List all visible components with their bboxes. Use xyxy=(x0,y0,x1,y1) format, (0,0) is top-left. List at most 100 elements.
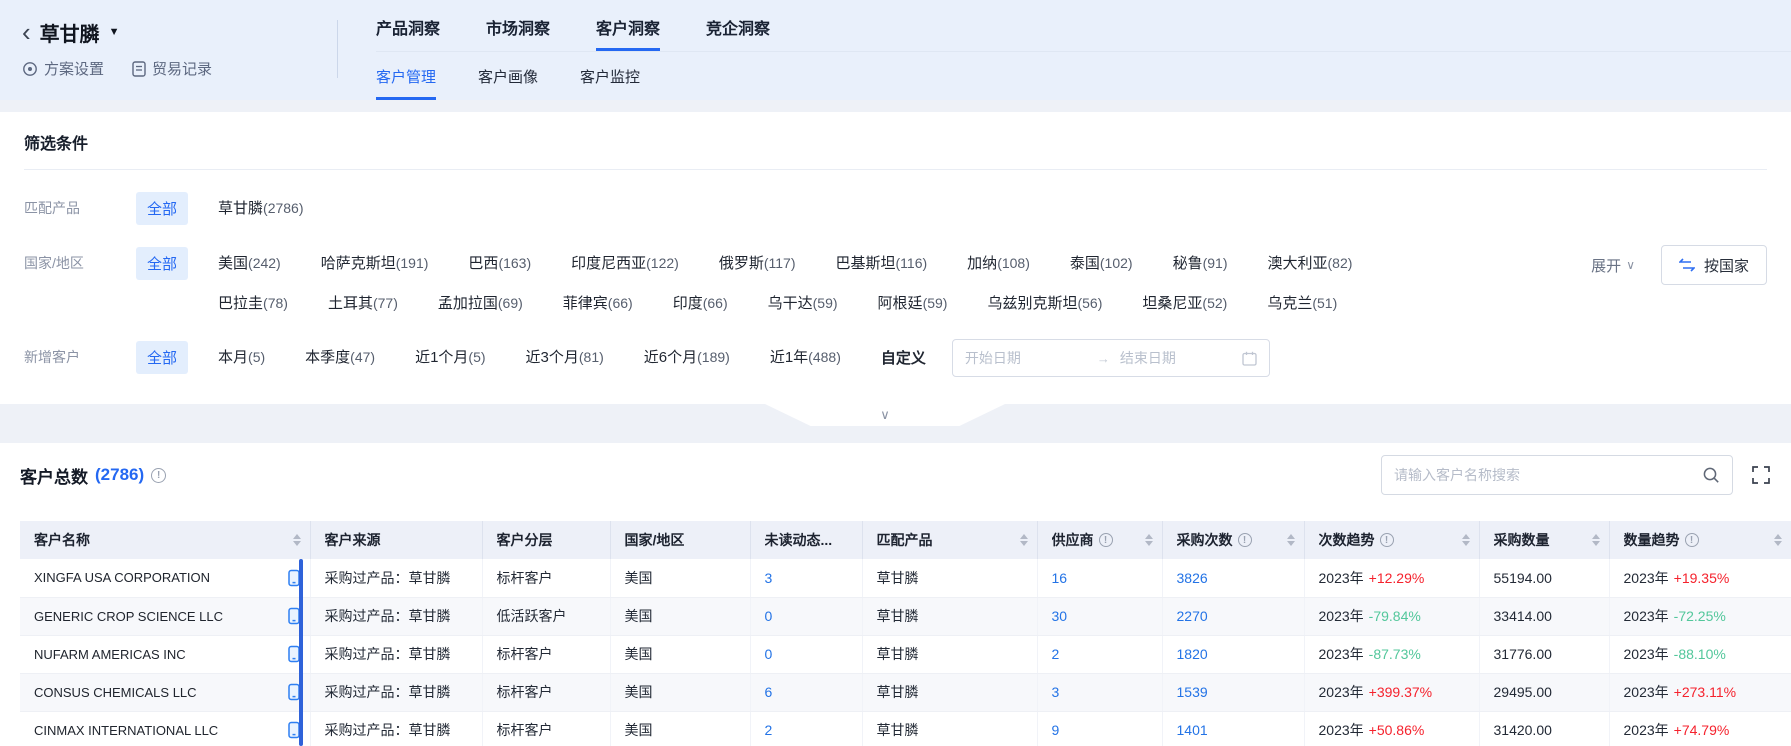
country-filter-option[interactable]: 印度(66) xyxy=(673,292,728,313)
info-icon[interactable]: ! xyxy=(1238,533,1252,547)
document-icon xyxy=(132,61,146,77)
customer-name-link[interactable]: CINMAX INTERNATIONAL LLC xyxy=(34,723,218,738)
fixed-column-scrollbar[interactable] xyxy=(299,559,303,746)
sort-icon[interactable] xyxy=(293,534,301,546)
country-filter-option[interactable]: 坦桑尼亚(52) xyxy=(1142,292,1227,313)
scheme-settings-button[interactable]: 方案设置 xyxy=(22,58,104,79)
info-icon[interactable]: ! xyxy=(1685,533,1699,547)
search-icon[interactable] xyxy=(1702,466,1720,484)
trade-records-button[interactable]: 贸易记录 xyxy=(132,58,212,79)
country-filter-option[interactable]: 澳大利亚(82) xyxy=(1268,252,1353,273)
supplier-count-link[interactable]: 30 xyxy=(1052,608,1068,624)
country-filter-option[interactable]: 印度尼西亚(122) xyxy=(571,252,679,273)
expand-toggle[interactable]: 展开∨ xyxy=(1591,255,1635,276)
fullscreen-button[interactable] xyxy=(1751,465,1771,485)
country-filter-option[interactable]: 泰国(102) xyxy=(1070,252,1133,273)
column-header[interactable]: 次数趋势 ! xyxy=(1304,521,1479,559)
column-header[interactable]: 匹配产品 ! xyxy=(862,521,1037,559)
country-filter-option[interactable]: 加纳(108) xyxy=(967,252,1030,273)
supplier-count-link[interactable]: 9 xyxy=(1052,722,1060,738)
unread-updates-link[interactable]: 6 xyxy=(765,684,773,700)
new-customer-filter-option[interactable]: 近1个月(5) xyxy=(415,346,485,367)
back-icon[interactable]: ‹ xyxy=(22,19,31,45)
supplier-count-link[interactable]: 2 xyxy=(1052,646,1060,662)
by-country-button[interactable]: 按国家 xyxy=(1661,245,1767,285)
collapse-filter-button[interactable]: ∨ xyxy=(765,404,1005,426)
info-icon[interactable]: ! xyxy=(151,468,166,483)
column-header[interactable]: 数量趋势 ! xyxy=(1609,521,1791,559)
search-input[interactable] xyxy=(1394,467,1702,483)
all-chip-country[interactable]: 全部 xyxy=(136,247,188,280)
country-filter-option[interactable]: 乌兹别克斯坦(56) xyxy=(987,292,1102,313)
column-header[interactable]: 国家/地区 ! xyxy=(610,521,750,559)
info-icon[interactable]: ! xyxy=(1099,533,1113,547)
main-tab[interactable]: 客户洞察 xyxy=(596,15,660,51)
column-label: 客户分层 xyxy=(497,530,553,550)
unread-updates-link[interactable]: 3 xyxy=(765,570,773,586)
column-header[interactable]: 供应商 ! xyxy=(1037,521,1162,559)
custom-date-label[interactable]: 自定义 xyxy=(881,347,926,377)
all-chip-product[interactable]: 全部 xyxy=(136,192,188,225)
main-tab[interactable]: 市场洞察 xyxy=(486,15,550,51)
new-customer-filter-option[interactable]: 近1年(488) xyxy=(770,346,841,367)
unread-updates-link[interactable]: 0 xyxy=(765,646,773,662)
country-filter-option[interactable]: 阿根廷(59) xyxy=(878,292,948,313)
new-customer-filter-option[interactable]: 近3个月(81) xyxy=(526,346,604,367)
customer-name-link[interactable]: XINGFA USA CORPORATION xyxy=(34,570,210,585)
column-header[interactable]: 采购次数 ! xyxy=(1162,521,1304,559)
country-filter-option[interactable]: 土耳其(77) xyxy=(328,292,398,313)
new-customer-filter-option[interactable]: 本季度(47) xyxy=(305,346,375,367)
column-header[interactable]: 客户来源 ! xyxy=(310,521,482,559)
country-filter-option[interactable]: 俄罗斯(117) xyxy=(719,252,796,273)
country-filter-option[interactable]: 乌克兰(51) xyxy=(1267,292,1337,313)
customer-name-link[interactable]: NUFARM AMERICAS INC xyxy=(34,647,186,662)
unread-updates-link[interactable]: 2 xyxy=(765,722,773,738)
new-customer-filter-option[interactable]: 近6个月(189) xyxy=(644,346,730,367)
chevron-down-icon[interactable]: ▼ xyxy=(109,26,120,38)
country-filter-option[interactable]: 孟加拉国(69) xyxy=(438,292,523,313)
sort-icon[interactable] xyxy=(1592,534,1600,546)
matched-product-cell: 草甘膦 xyxy=(862,597,1037,635)
sort-icon[interactable] xyxy=(1287,534,1295,546)
country-filter-option[interactable]: 巴基斯坦(116) xyxy=(836,252,928,273)
supplier-count-link[interactable]: 3 xyxy=(1052,684,1060,700)
purchase-times-link[interactable]: 1401 xyxy=(1177,722,1208,738)
unread-updates-link[interactable]: 0 xyxy=(765,608,773,624)
matched-product-cell: 草甘膦 xyxy=(862,673,1037,711)
country-filter-option[interactable]: 哈萨克斯坦(191) xyxy=(321,252,429,273)
sort-icon[interactable] xyxy=(1462,534,1470,546)
column-header[interactable]: 采购数量 ! xyxy=(1479,521,1609,559)
purchase-times-link[interactable]: 1539 xyxy=(1177,684,1208,700)
date-range-input[interactable]: 开始日期 → 结束日期 xyxy=(952,339,1270,377)
customer-name-link[interactable]: GENERIC CROP SCIENCE LLC xyxy=(34,609,223,624)
sub-tab[interactable]: 客户管理 xyxy=(376,52,436,100)
column-header[interactable]: 未读动态... ! xyxy=(750,521,862,559)
country-filter-option[interactable]: 秘鲁(91) xyxy=(1173,252,1228,273)
sort-icon[interactable] xyxy=(1774,534,1782,546)
main-tab[interactable]: 竞企洞察 xyxy=(706,15,770,51)
product-filter-option[interactable]: 草甘膦(2786) xyxy=(218,197,303,218)
country-filter-option[interactable]: 乌干达(59) xyxy=(768,292,838,313)
new-customer-filter-option[interactable]: 本月(5) xyxy=(218,346,265,367)
country-filter-option[interactable]: 菲律宾(66) xyxy=(563,292,633,313)
product-name[interactable]: 草甘膦 xyxy=(40,18,100,47)
country-filter-option[interactable]: 巴拉圭(78) xyxy=(218,292,288,313)
country-filter-option[interactable]: 巴西(163) xyxy=(468,252,531,273)
purchase-times-link[interactable]: 2270 xyxy=(1177,608,1208,624)
sort-icon[interactable] xyxy=(1020,534,1028,546)
column-header[interactable]: 客户分层 ! xyxy=(482,521,610,559)
info-icon[interactable]: ! xyxy=(1380,533,1394,547)
customer-name-link[interactable]: CONSUS CHEMICALS LLC xyxy=(34,685,197,700)
purchase-times-link[interactable]: 3826 xyxy=(1177,570,1208,586)
sort-icon[interactable] xyxy=(1145,534,1153,546)
supplier-count-link[interactable]: 16 xyxy=(1052,570,1068,586)
column-header[interactable]: 客户名称 ! xyxy=(20,521,310,559)
sub-tab[interactable]: 客户监控 xyxy=(580,52,640,100)
all-chip-new-customer[interactable]: 全部 xyxy=(136,341,188,374)
main-tab[interactable]: 产品洞察 xyxy=(376,15,440,51)
customer-tier-cell: 标杆客户 xyxy=(482,711,610,746)
sub-tab[interactable]: 客户画像 xyxy=(478,52,538,100)
times-trend-cell: 2023年+12.29% xyxy=(1304,559,1479,597)
country-filter-option[interactable]: 美国(242) xyxy=(218,252,281,273)
purchase-times-link[interactable]: 1820 xyxy=(1177,646,1208,662)
